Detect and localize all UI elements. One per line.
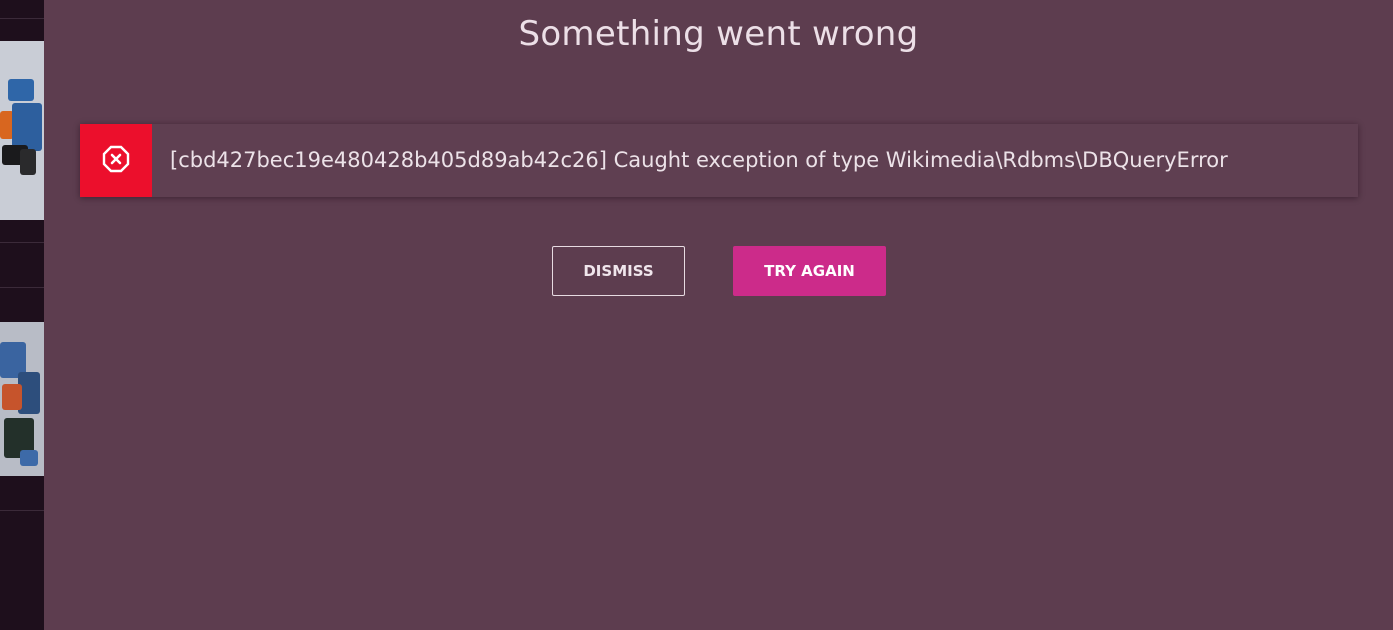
error-circle-x-icon — [102, 145, 130, 177]
dismiss-button-label: DISMISS — [583, 262, 654, 280]
background-thumbnail — [0, 41, 44, 220]
try-again-button[interactable]: TRY AGAIN — [733, 246, 886, 296]
page: Something went wrong [cbd427bec19e480428… — [0, 0, 1393, 630]
divider — [0, 18, 44, 19]
error-message: [cbd427bec19e480428b405d89ab42c26] Caugh… — [170, 148, 1228, 172]
background-page-strip — [0, 0, 44, 630]
dismiss-button[interactable]: DISMISS — [552, 246, 685, 296]
modal-title: Something went wrong — [518, 14, 919, 54]
background-thumbnail — [0, 322, 44, 476]
try-again-button-label: TRY AGAIN — [764, 262, 855, 280]
error-modal: Something went wrong [cbd427bec19e480428… — [44, 0, 1393, 630]
error-icon-box — [80, 124, 152, 197]
error-banner: [cbd427bec19e480428b405d89ab42c26] Caugh… — [80, 124, 1358, 197]
divider — [0, 242, 44, 243]
divider — [0, 510, 44, 511]
divider — [0, 287, 44, 288]
